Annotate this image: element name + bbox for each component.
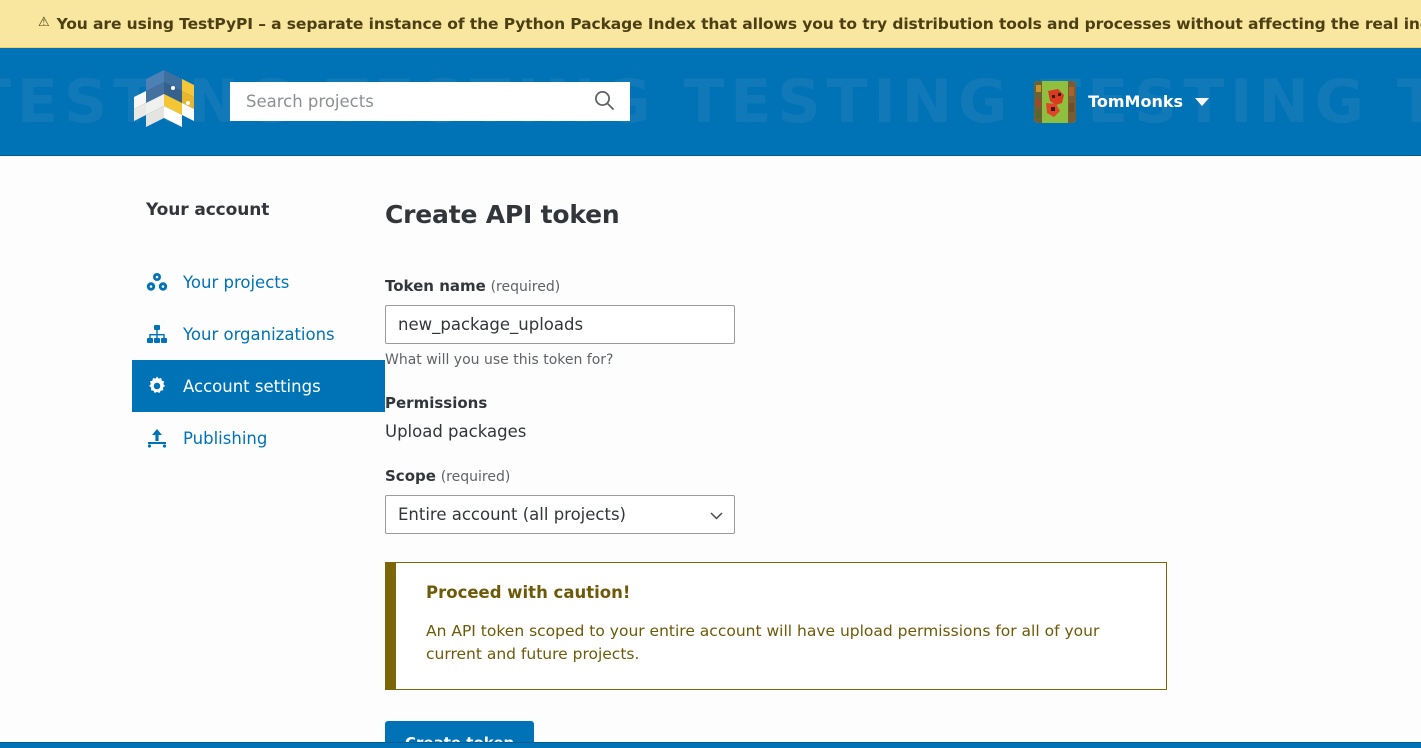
- sidebar-item-label: Account settings: [183, 376, 321, 396]
- user-avatar[interactable]: [1034, 80, 1077, 123]
- caret-down-icon[interactable]: [1195, 97, 1209, 106]
- user-name: TomMonks: [1088, 92, 1183, 111]
- pypi-logo[interactable]: [126, 64, 202, 140]
- page-title: Create API token: [385, 200, 620, 229]
- scope-required-note: (required): [440, 469, 511, 485]
- token-name-label: Token name (required): [385, 277, 1361, 295]
- sidebar-item-account-settings[interactable]: Account settings: [132, 360, 385, 412]
- sidebar-item-label: Your projects: [183, 272, 290, 292]
- site-header: TESTING TESTING TESTING TESTING TESTING: [0, 48, 1421, 156]
- token-name-help: What will you use this token for?: [385, 352, 614, 368]
- callout-title: Proceed with caution!: [426, 583, 631, 602]
- footer-strip: [0, 742, 1421, 748]
- sitemap-icon: [146, 323, 168, 345]
- page-body: Your account Your projects Your organiza…: [0, 156, 1421, 748]
- scope-label-text: Scope: [385, 467, 436, 485]
- permissions-value: Upload packages: [385, 422, 527, 441]
- banner-text: You are using TestPyPI – a separate inst…: [56, 14, 1421, 33]
- sidebar-nav-list: Your projects Your organizations Account…: [132, 256, 385, 464]
- sidebar-item-label: Publishing: [183, 428, 268, 448]
- scope-select[interactable]: Entire account (all projects): [385, 495, 735, 534]
- sidebar-item-your-projects[interactable]: Your projects: [132, 256, 385, 308]
- scope-label: Scope (required): [385, 467, 1361, 485]
- scope-select-wrapper[interactable]: Entire account (all projects): [385, 495, 735, 534]
- caution-callout: Proceed with caution! An API token scope…: [385, 562, 1167, 690]
- permissions-label: Permissions: [385, 394, 1361, 412]
- account-sidebar: Your account Your projects Your organiza…: [0, 200, 385, 747]
- search-form[interactable]: [230, 82, 630, 121]
- token-name-label-text: Token name: [385, 277, 486, 295]
- sidebar-item-publishing[interactable]: Publishing: [132, 412, 385, 464]
- warning-triangle-icon: ⚠: [38, 15, 50, 30]
- sidebar-item-label: Your organizations: [183, 324, 335, 344]
- token-name-input[interactable]: [385, 305, 735, 344]
- search-input[interactable]: [246, 92, 593, 111]
- sidebar-item-your-organizations[interactable]: Your organizations: [132, 308, 385, 360]
- testpypi-warning-banner: ⚠ You are using TestPyPI – a separate in…: [0, 0, 1421, 48]
- main-content: Create API token Token name (required) W…: [385, 200, 1421, 748]
- gear-icon: [146, 375, 168, 397]
- token-name-required-note: (required): [490, 279, 561, 295]
- upload-icon: [146, 427, 168, 449]
- cubes-icon: [146, 271, 168, 293]
- callout-body: An API token scoped to your entire accou…: [426, 622, 1100, 664]
- search-icon[interactable]: [593, 89, 615, 115]
- user-menu[interactable]: TomMonks: [1034, 80, 1393, 123]
- permissions-label-text: Permissions: [385, 394, 488, 412]
- sidebar-heading: Your account: [146, 200, 270, 220]
